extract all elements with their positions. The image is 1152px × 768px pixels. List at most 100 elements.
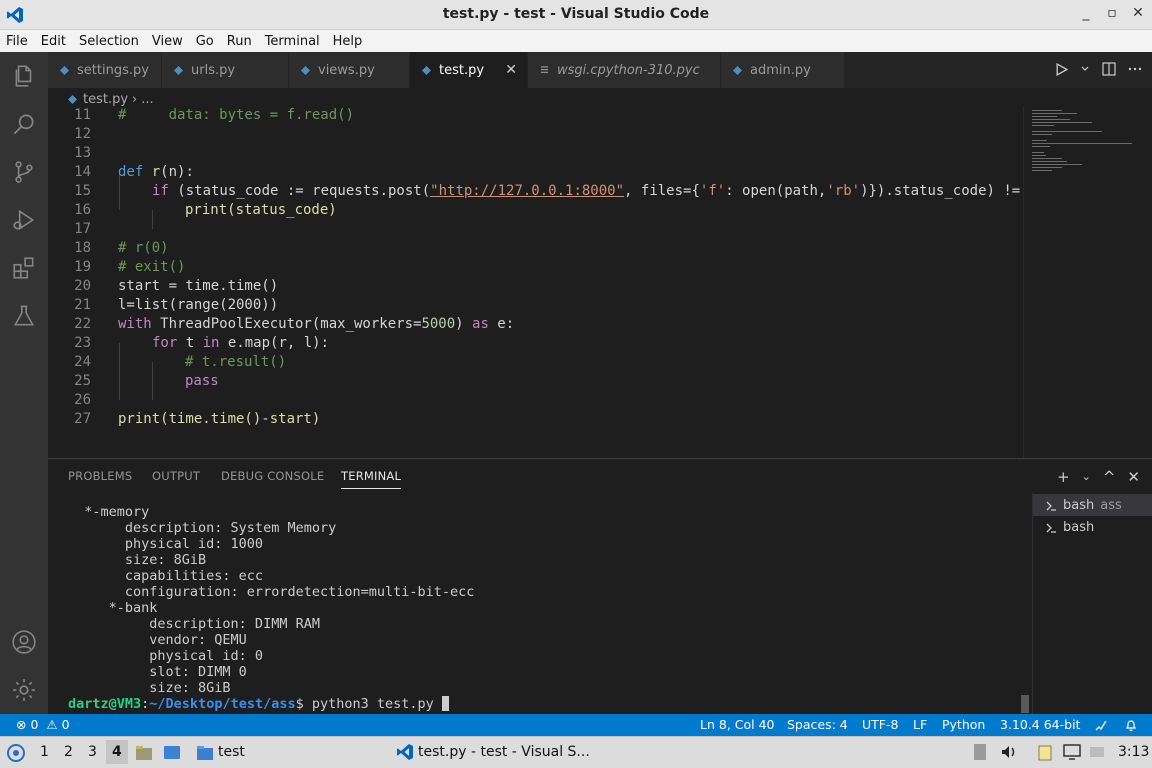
minimap[interactable] xyxy=(1023,106,1138,458)
accounts-button[interactable] xyxy=(0,618,48,666)
source-control-button[interactable] xyxy=(0,148,48,196)
menu-run[interactable]: Run xyxy=(227,34,252,49)
start-menu-icon[interactable] xyxy=(6,743,26,763)
search-button[interactable] xyxy=(0,100,48,148)
warning-icon: ⚠ xyxy=(46,717,58,732)
feedback-icon[interactable] xyxy=(1094,718,1108,732)
language-mode[interactable]: Python xyxy=(942,717,985,732)
tab-debug-console[interactable]: DEBUG CONSOLE xyxy=(221,469,324,483)
menu-file[interactable]: File xyxy=(6,34,28,49)
tab-wsgi-pyc[interactable]: wsgi.cpython-310.pyc xyxy=(528,52,721,88)
prompt-symbol: $ xyxy=(295,696,304,712)
workspace-1[interactable]: 1 xyxy=(40,744,49,760)
folder-icon xyxy=(197,746,213,760)
menu-selection[interactable]: Selection xyxy=(79,34,139,49)
taskbar-window-vscode[interactable]: test.py - test - Visual S... xyxy=(418,744,590,760)
bottom-panel: PROBLEMS OUTPUT DEBUG CONSOLE TERMINAL +… xyxy=(48,458,1152,715)
menu-go[interactable]: Go xyxy=(196,34,214,49)
clipboard-icon[interactable] xyxy=(1036,743,1054,761)
run-file-icon[interactable] xyxy=(1055,62,1068,76)
problems-status[interactable]: ⊗ 0 ⚠ 0 xyxy=(16,717,70,732)
encoding[interactable]: UTF-8 xyxy=(862,717,898,732)
tab-admin-py[interactable]: admin.py xyxy=(721,52,845,88)
tab-test-py[interactable]: test.py ✕ xyxy=(410,52,528,88)
volume-icon[interactable] xyxy=(1000,743,1018,761)
show-desktop-icon[interactable] xyxy=(162,743,182,763)
terminal-icon xyxy=(1046,501,1056,511)
flask-icon xyxy=(13,305,35,326)
clock[interactable]: 3:13 xyxy=(1118,744,1149,760)
code-editor[interactable]: 11 # data: bytes = f.read() 12 13 14 def r… xyxy=(48,106,1023,458)
terminal-scrollbar[interactable] xyxy=(1021,695,1029,713)
indentation[interactable]: Spaces: 4 xyxy=(787,717,848,732)
menu-terminal[interactable]: Terminal xyxy=(265,34,320,49)
notifications-icon[interactable] xyxy=(1088,743,1106,761)
extensions-icon xyxy=(13,257,34,279)
indent-guide xyxy=(152,210,153,229)
split-editor-icon[interactable] xyxy=(1102,62,1116,76)
file-manager-icon[interactable] xyxy=(134,743,154,763)
terminal-output[interactable]: *-memory description: System Memory phys… xyxy=(68,504,1028,714)
indent-guide xyxy=(152,362,153,400)
terminal-prompt[interactable]: dartz@VM3:~/Desktop/test/ass$ python3 te… xyxy=(68,696,449,712)
menu-edit[interactable]: Edit xyxy=(41,34,66,49)
terminal-line: size: 8GiB xyxy=(68,680,231,696)
terminal-line: description: DIMM RAM xyxy=(68,616,320,632)
run-debug-button[interactable] xyxy=(0,196,48,244)
tab-label: urls.py xyxy=(191,62,236,78)
tab-label: admin.py xyxy=(750,62,811,78)
source-control-icon xyxy=(15,161,33,183)
new-terminal-button[interactable]: + xyxy=(1057,468,1070,486)
tab-label: wsgi.cpython-310.pyc xyxy=(557,62,700,78)
keyboard-layout-icon[interactable] xyxy=(972,743,988,761)
maximize-panel-button[interactable]: ^ xyxy=(1103,468,1116,486)
editor-tabs: settings.py urls.py views.py test.py ✕ w… xyxy=(48,52,1152,88)
close-panel-button[interactable]: ✕ xyxy=(1127,468,1140,486)
python-file-icon xyxy=(174,65,183,75)
explorer-button[interactable] xyxy=(0,52,48,100)
terminal-name: bash xyxy=(1063,519,1095,535)
tab-settings-py[interactable]: settings.py xyxy=(48,52,162,88)
terminal-instance-bash-ass[interactable]: bash ass xyxy=(1033,494,1152,516)
network-icon[interactable] xyxy=(1062,743,1082,761)
workspace-3[interactable]: 3 xyxy=(88,744,97,760)
taskbar-folder-label[interactable]: test xyxy=(218,744,245,760)
chevron-down-icon[interactable] xyxy=(1080,64,1090,74)
notifications-bell-icon[interactable] xyxy=(1124,718,1138,732)
file-icon xyxy=(540,65,549,73)
tab-urls-py[interactable]: urls.py xyxy=(162,52,289,88)
maximize-button[interactable]: ▫ xyxy=(1106,5,1118,21)
terminal-line: *-memory xyxy=(68,504,150,520)
breadcrumb-symbols[interactable]: ... xyxy=(141,92,153,107)
manage-button[interactable] xyxy=(0,666,48,714)
workspace-2[interactable]: 2 xyxy=(64,744,73,760)
extensions-button[interactable] xyxy=(0,244,48,292)
menu-view[interactable]: View xyxy=(152,34,183,49)
cursor-position[interactable]: Ln 8, Col 40 xyxy=(700,717,775,732)
status-bar: ⊗ 0 ⚠ 0 Ln 8, Col 40 Spaces: 4 UTF-8 LF … xyxy=(0,714,1152,736)
minimize-button[interactable]: _ xyxy=(1080,5,1092,21)
breadcrumb-file[interactable]: test.py xyxy=(83,92,128,107)
python-interpreter[interactable]: 3.10.4 64-bit xyxy=(1000,717,1080,732)
close-tab-button[interactable]: ✕ xyxy=(505,62,517,78)
terminal-line: physical id: 0 xyxy=(68,648,264,664)
workspace-4[interactable]: 4 xyxy=(106,740,128,764)
terminal-cursor xyxy=(441,696,449,711)
more-actions-icon[interactable] xyxy=(1128,62,1142,76)
tab-output[interactable]: OUTPUT xyxy=(152,469,200,483)
close-window-button[interactable]: ✕ xyxy=(1132,5,1144,21)
tab-label: settings.py xyxy=(77,62,149,78)
window-title: test.py - test - Visual Studio Code xyxy=(442,6,710,22)
tab-views-py[interactable]: views.py xyxy=(289,52,410,88)
editor-scrollbar[interactable] xyxy=(1138,106,1152,458)
terminal-dropdown-button[interactable]: ⌄ xyxy=(1082,470,1091,486)
terminal-instance-bash[interactable]: bash xyxy=(1033,516,1152,538)
python-file-icon xyxy=(301,65,310,75)
prompt-path: ~/Desktop/test/ass xyxy=(149,696,296,712)
menu-help[interactable]: Help xyxy=(333,34,363,49)
line-endings[interactable]: LF xyxy=(913,717,927,732)
tab-terminal[interactable]: TERMINAL xyxy=(341,469,402,489)
testing-button[interactable] xyxy=(0,292,48,340)
tab-problems[interactable]: PROBLEMS xyxy=(68,469,132,483)
prompt-user: dartz@VM3 xyxy=(68,696,142,712)
